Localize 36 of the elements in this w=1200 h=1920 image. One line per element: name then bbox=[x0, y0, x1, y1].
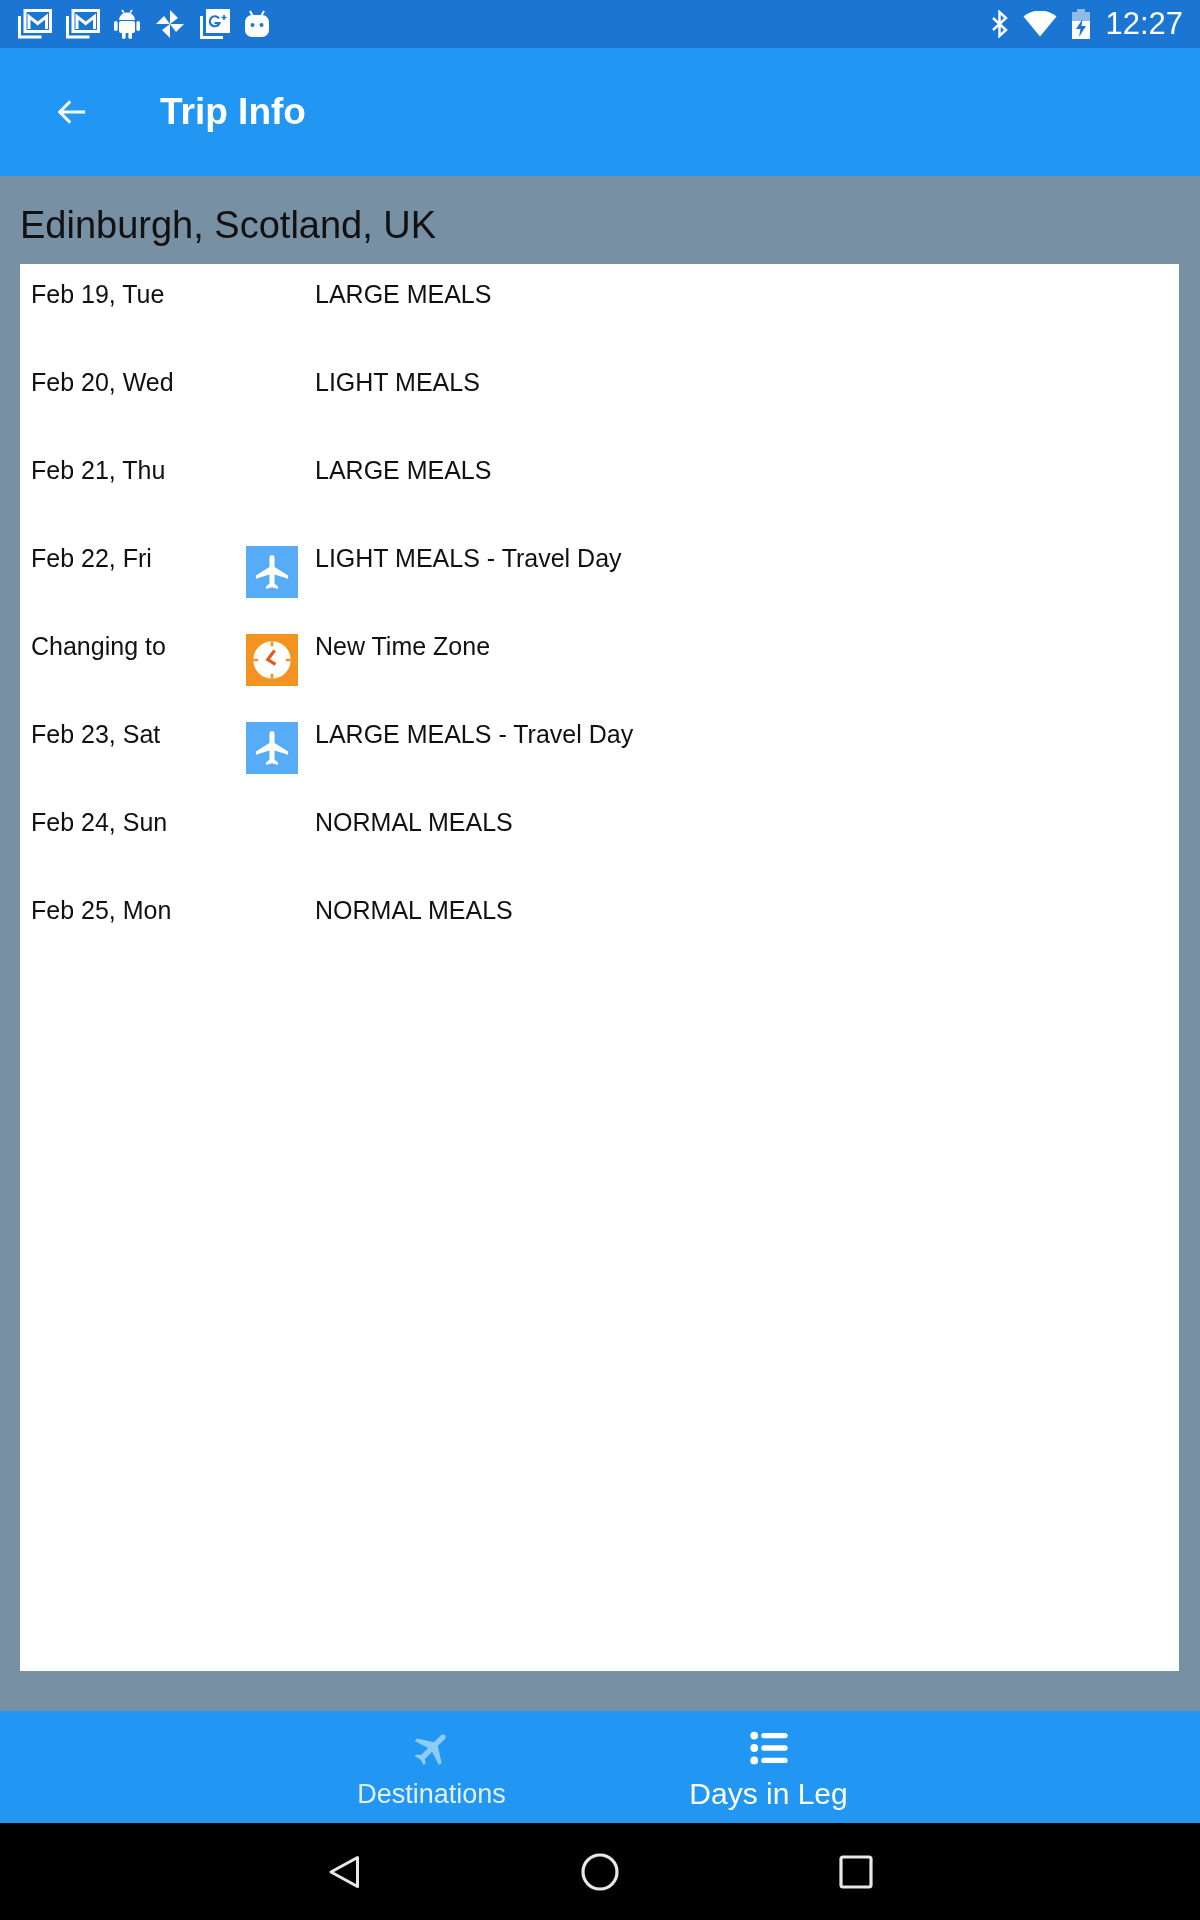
triangle-icon bbox=[328, 1854, 360, 1889]
stacked-tile-icon bbox=[200, 9, 230, 39]
meal-plan: LARGE MEALS bbox=[315, 456, 492, 484]
wifi-icon bbox=[1023, 11, 1058, 37]
meal-plan: New Time Zone bbox=[315, 632, 491, 660]
meal-plan: NORMAL MEALS bbox=[315, 896, 513, 924]
day-date: Feb 23, Sat bbox=[31, 720, 161, 748]
day-date: Feb 21, Thu bbox=[31, 456, 166, 484]
pinwheel-icon bbox=[154, 9, 186, 39]
meal-plan: LIGHT MEALS - Travel Day bbox=[315, 544, 622, 572]
robot-face-icon bbox=[244, 10, 270, 38]
meal-plan: LARGE MEALS bbox=[315, 280, 492, 308]
day-date: Feb 24, Sun bbox=[31, 808, 168, 836]
destination-title: Edinburgh, Scotland, UK bbox=[20, 204, 437, 246]
meal-plan: NORMAL MEALS bbox=[315, 808, 513, 836]
tab[interactable]: Days in Leg bbox=[600, 1711, 937, 1823]
robot-icon bbox=[114, 9, 140, 39]
day-date: Feb 25, Mon bbox=[31, 896, 172, 924]
meal-plan: LARGE MEALS - Travel Day bbox=[315, 720, 634, 748]
day-date: Changing to bbox=[31, 632, 166, 660]
airplane-icon bbox=[246, 722, 298, 774]
tab[interactable]: Destinations bbox=[263, 1711, 600, 1823]
circle-icon bbox=[581, 1852, 619, 1891]
day-date: Feb 20, Wed bbox=[31, 368, 174, 396]
screen-title: Trip Info bbox=[160, 90, 306, 134]
status-time: 12:27 bbox=[1105, 6, 1183, 42]
airplane-icon bbox=[246, 546, 298, 598]
clock-icon bbox=[246, 634, 298, 686]
day-date: Feb 19, Tue bbox=[31, 280, 165, 308]
bluetooth-icon bbox=[991, 10, 1010, 38]
meal-plan: LIGHT MEALS bbox=[315, 368, 480, 396]
battery-icon bbox=[1071, 9, 1092, 39]
mail-icon bbox=[18, 9, 52, 39]
day-date: Feb 22, Fri bbox=[31, 544, 152, 572]
square-icon bbox=[839, 1854, 873, 1889]
mail-icon bbox=[66, 9, 100, 39]
